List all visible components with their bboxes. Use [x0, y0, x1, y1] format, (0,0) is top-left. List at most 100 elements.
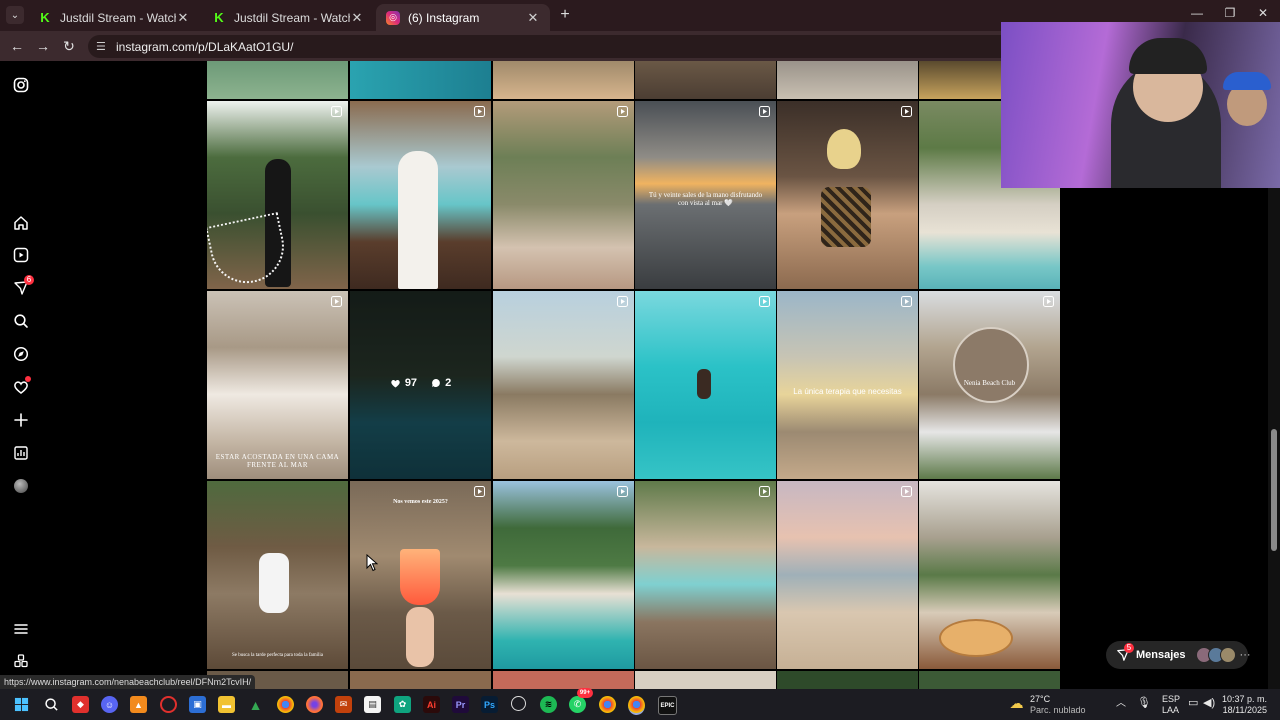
post-woman-bar[interactable]: [777, 101, 918, 289]
post-thumbnail[interactable]: [777, 61, 918, 99]
close-tab-icon[interactable]: ✕: [176, 10, 190, 26]
chrome-profile-icon[interactable]: [599, 696, 616, 713]
forward-icon[interactable]: →: [34, 38, 52, 54]
post-woman-lounger[interactable]: [493, 101, 634, 289]
whatsapp-icon[interactable]: ✆ 99+: [569, 688, 593, 713]
premiere-icon[interactable]: Pr: [452, 696, 469, 713]
post-thumbnail[interactable]: [635, 671, 776, 689]
illustrator-icon[interactable]: Ai: [423, 696, 440, 713]
post-beach-aerial[interactable]: [493, 481, 634, 669]
explore-icon[interactable]: [11, 344, 31, 364]
windows-taskbar: ◆ ☺ ▲ ▣ ▬ ▲ ✉ ▤ ✿ Ai Pr Ps ≋ ✆ 99+ EPIC …: [0, 688, 1280, 720]
google-drive-icon[interactable]: ▲: [247, 696, 264, 713]
show-hidden-icons-chevron-icon[interactable]: ︿: [1116, 698, 1126, 709]
scrollbar-thumb[interactable]: [1271, 429, 1277, 551]
photoshop-icon[interactable]: Ps: [481, 696, 498, 713]
post-nenia-sign[interactable]: Nenia Beach Club: [919, 291, 1060, 479]
store-icon[interactable]: ▣: [189, 696, 206, 713]
microphone-icon[interactable]: 🎙: [1137, 698, 1151, 709]
reel-icon: [617, 106, 628, 117]
profile-avatar-icon[interactable]: [11, 476, 31, 496]
app-icon-mail[interactable]: ✉: [335, 696, 352, 713]
tab-justdil-stream-1[interactable]: K Justdil Stream - Watch Live on Kic ✕: [28, 4, 200, 31]
clock-time[interactable]: 10:37 p. m.: [1221, 694, 1267, 705]
messages-label: Mensajes: [1136, 649, 1186, 661]
dashboard-icon[interactable]: [11, 443, 31, 463]
instagram-logo-icon[interactable]: [11, 75, 31, 95]
post-cocktail[interactable]: Nos vemos este 2025?: [350, 481, 491, 669]
post-beach-sunset-fence[interactable]: [777, 481, 918, 669]
weather-description[interactable]: Parc. nublado: [1030, 705, 1086, 716]
home-icon[interactable]: [11, 213, 31, 233]
post-child-on-dock[interactable]: Se busca la tarde perfecta para toda la …: [207, 481, 348, 669]
close-tab-icon[interactable]: ✕: [526, 10, 540, 26]
messages-icon[interactable]: 6: [11, 275, 34, 298]
spotify-icon[interactable]: ≋: [540, 696, 557, 713]
comment-filled-icon: [432, 378, 440, 388]
volume-icon[interactable]: ◀): [1203, 698, 1215, 709]
close-tab-icon[interactable]: ✕: [350, 10, 364, 26]
windows-start-icon[interactable]: [13, 696, 30, 713]
site-info-icon[interactable]: ☰: [96, 40, 110, 53]
back-icon[interactable]: ←: [8, 38, 26, 54]
post-thumbnail[interactable]: [350, 61, 491, 99]
post-palapa-pool[interactable]: [635, 481, 776, 669]
instagram-sidebar: 6: [0, 61, 42, 689]
file-explorer-icon[interactable]: ▬: [218, 696, 235, 713]
new-tab-button[interactable]: +: [556, 6, 574, 24]
post-thumbnail[interactable]: [919, 671, 1060, 689]
create-plus-icon[interactable]: [11, 410, 31, 430]
post-woman-beach-hut[interactable]: [493, 291, 634, 479]
reel-icon: [759, 296, 770, 307]
maximize-icon[interactable]: ❐: [1220, 6, 1240, 20]
post-sunset-therapy[interactable]: La única terapia que necesitas: [777, 291, 918, 479]
network-icon[interactable]: ▭: [1188, 698, 1198, 709]
chatgpt-icon[interactable]: ✿: [394, 696, 411, 713]
reload-icon[interactable]: ↻: [60, 38, 78, 54]
search-icon[interactable]: [11, 311, 31, 331]
more-menu-icon[interactable]: [11, 619, 31, 639]
post-woman-white-dress[interactable]: [350, 101, 491, 289]
post-man-in-turquoise-water[interactable]: [635, 291, 776, 479]
messages-button[interactable]: 5 Mensajes ···: [1106, 641, 1251, 669]
minimize-icon[interactable]: —: [1187, 6, 1207, 20]
post-thumbnail[interactable]: [493, 671, 634, 689]
post-thumbnail[interactable]: [635, 61, 776, 99]
firefox-icon[interactable]: [306, 696, 323, 713]
post-thumbnail[interactable]: [777, 671, 918, 689]
chrome-icon[interactable]: [277, 696, 294, 713]
obs-icon[interactable]: [511, 696, 526, 711]
heart-icon[interactable]: [11, 376, 31, 397]
post-thumbnail[interactable]: [207, 61, 348, 99]
post-caption: La única terapia que necesitas: [793, 387, 902, 396]
clock-date[interactable]: 18/11/2025: [1221, 705, 1267, 716]
likes-stat: 97: [390, 377, 417, 389]
post-sunset-sea[interactable]: Tú y veinte sales de la mano disfrutando…: [635, 101, 776, 289]
post-hammock-woman[interactable]: [207, 101, 348, 289]
tab-instagram[interactable]: ◎ (6) Instagram ✕: [376, 4, 550, 31]
opera-icon[interactable]: [160, 696, 177, 713]
post-bed-by-sea[interactable]: ESTAR ACOSTADA EN UNA CAMA FRENTE AL MAR: [207, 291, 348, 479]
link-preview-status: https://www.instagram.com/nenabeachclub/…: [0, 675, 256, 689]
post-woman-pizza[interactable]: [919, 481, 1060, 669]
post-thumbnail[interactable]: [350, 671, 491, 689]
post-thumbnail[interactable]: [493, 61, 634, 99]
keyboard-layout[interactable]: LAA: [1162, 705, 1179, 716]
close-window-icon[interactable]: ✕: [1253, 6, 1273, 20]
notepad-icon[interactable]: ▤: [364, 696, 381, 713]
language-code[interactable]: ESP: [1162, 694, 1180, 705]
app-icon-red[interactable]: ◆: [72, 696, 89, 713]
also-from-meta-icon[interactable]: [11, 651, 31, 671]
tab-justdil-stream-2[interactable]: K Justdil Stream - Watch Live on Kic ✕: [202, 4, 374, 31]
search-icon[interactable]: [43, 696, 60, 713]
post-pool-night-hovered[interactable]: 97 2: [350, 291, 491, 479]
weather-temperature[interactable]: 27°C: [1030, 694, 1050, 705]
discord-icon[interactable]: ☺: [101, 696, 118, 713]
tab-search-button[interactable]: ⌄: [6, 6, 24, 24]
epic-games-icon[interactable]: EPIC: [658, 696, 677, 715]
weather-cloud-sun-icon[interactable]: ☁: [1008, 695, 1025, 712]
notifications-badge: 6: [24, 275, 34, 285]
reels-icon[interactable]: [11, 245, 31, 265]
app-icon-orange[interactable]: ▲: [130, 696, 147, 713]
chrome-active-icon[interactable]: [628, 696, 645, 715]
